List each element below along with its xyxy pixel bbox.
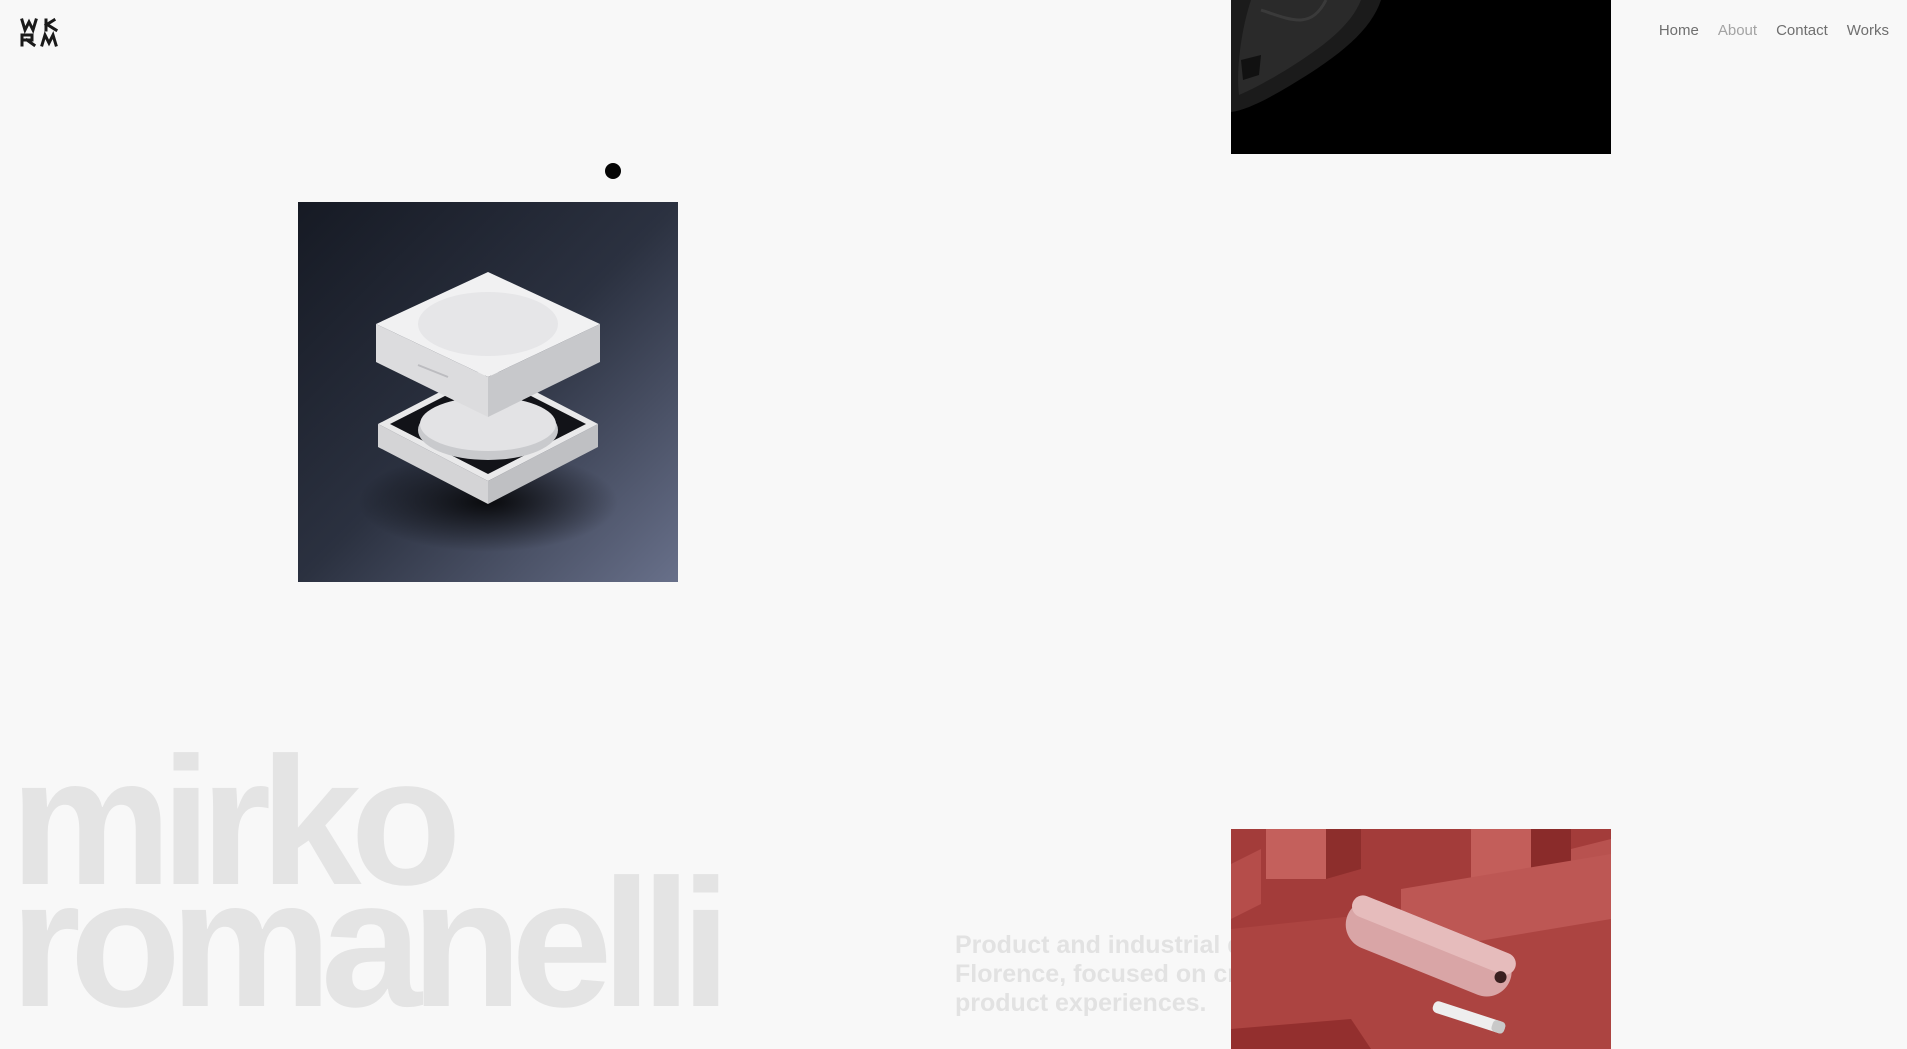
work-image-earbuds-box[interactable] <box>298 202 678 582</box>
nav-contact[interactable]: Contact <box>1776 22 1828 39</box>
headset-render <box>1231 0 1611 154</box>
logo-mark <box>20 17 59 48</box>
hero-last-name: romanelli <box>10 841 731 1045</box>
main-nav: Home About Contact Works <box>1659 22 1889 39</box>
device-red-render <box>1231 829 1611 1049</box>
earbuds-box-render <box>298 202 678 582</box>
nav-about[interactable]: About <box>1718 22 1757 39</box>
cursor-dot <box>605 163 621 179</box>
work-image-headset[interactable] <box>1231 0 1611 154</box>
page: Home About Contact Works mirko romanelli… <box>0 0 1907 1049</box>
work-image-device-red[interactable] <box>1231 829 1611 1049</box>
logo[interactable] <box>20 16 68 48</box>
hero-name: mirko romanelli <box>10 730 731 1045</box>
nav-works[interactable]: Works <box>1847 22 1889 39</box>
nav-home[interactable]: Home <box>1659 22 1699 39</box>
